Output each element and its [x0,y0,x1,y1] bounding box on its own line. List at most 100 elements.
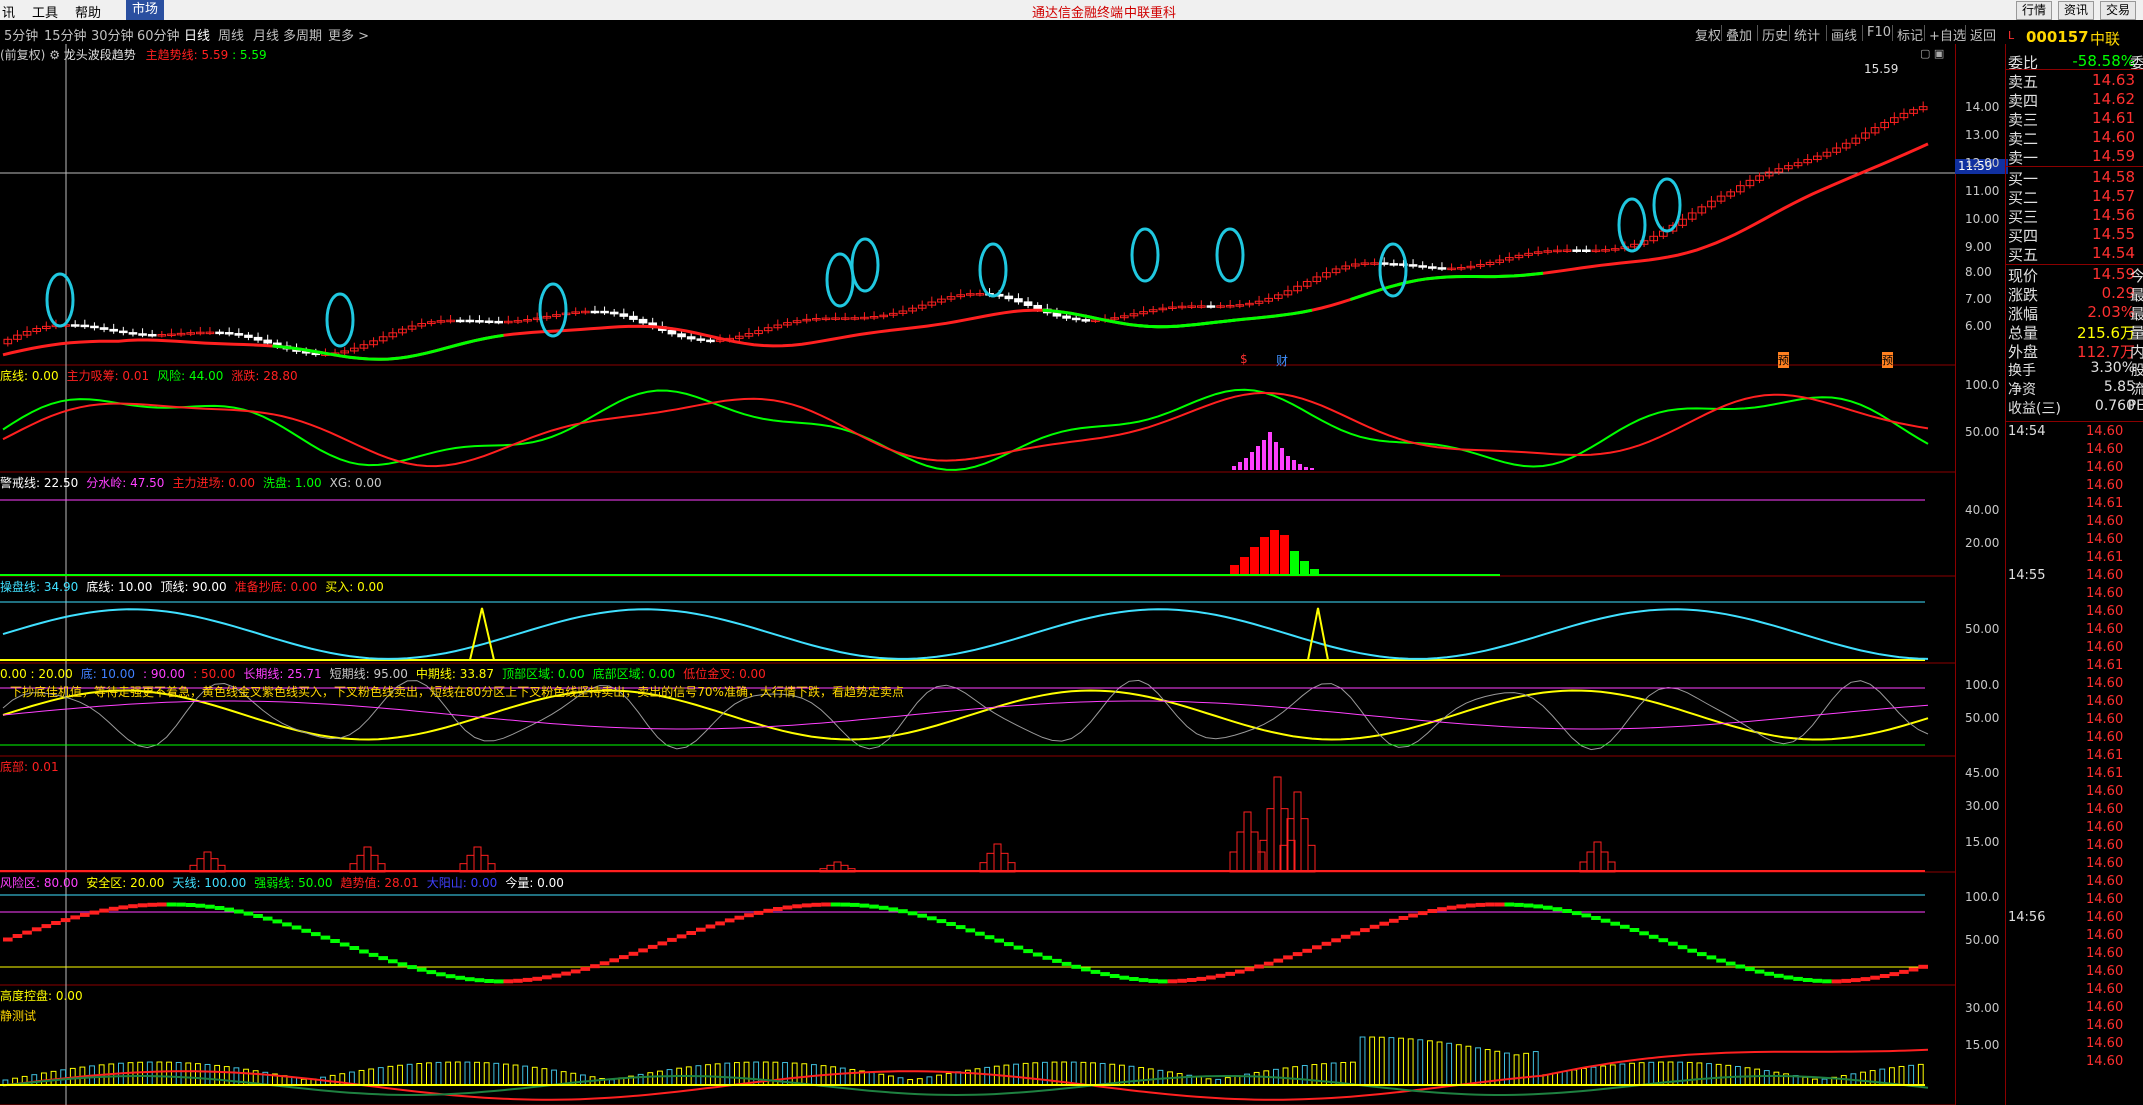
event-marker-dividend[interactable]: $ [1240,352,1248,366]
volume-bar [329,1074,336,1086]
stat-row[interactable]: 涨幅 2.03% 最 [2008,303,2143,323]
quote-extra: 最 [2129,286,2143,304]
buy-level-5[interactable]: 买五 14.54 [2008,244,2143,264]
strategy-note: 下抄底佳机值，等待走强更不着急，黄色线金叉紫色线买入，下叉粉色线卖出，短线在80… [10,685,904,699]
tick-price: 14.60 [2086,928,2124,943]
trend-block [1648,934,1659,939]
histogram-bar [1236,831,1245,873]
legend-item: 分水岭: 47.50 [86,476,165,490]
histogram-bar [466,854,475,873]
trend-block [1889,972,1900,977]
tick-price: 14.60 [2086,712,2124,727]
signal-bar [1230,565,1239,575]
sell-level-2[interactable]: 卖二 14.60 [2008,128,2143,148]
legend-item: 风险区: 80.00 [0,876,79,890]
stat-row[interactable]: 净资 5.85 流 [2008,379,2143,398]
stat-row[interactable]: 现价 14.59 今 [2008,265,2143,285]
volume-bar [1398,1037,1404,1086]
volume-bar [1561,1070,1568,1086]
trend-block [955,925,966,930]
trend-block [1427,909,1438,913]
buy-level-3[interactable]: 买三 14.56 [2008,206,2143,226]
trend-block [368,952,379,957]
trend-block [1677,945,1688,950]
trend-block [31,927,42,932]
trend-block [619,955,629,960]
trend-block [205,904,215,909]
trend-block [60,918,71,923]
quote-tab-button[interactable]: 行情 [2016,1,2053,20]
volume-bar [955,1071,962,1086]
trend-block [946,922,956,926]
news-tab-button[interactable]: 资讯 [2058,1,2095,20]
histogram-bar [1250,831,1259,873]
trend-block [1514,902,1524,907]
trend-block [734,915,745,920]
indicator-tick: 50.00 [1965,622,2000,636]
volume-bar [214,1064,221,1086]
trend-block [108,906,119,911]
trend-block [262,916,273,921]
trend-block [1340,934,1351,939]
trend-block [1350,931,1361,936]
volume-bar [185,1062,192,1086]
buy-level-4[interactable]: 买四 14.55 [2008,225,2143,245]
stat-row[interactable]: 总量 215.6万量 [2008,322,2143,342]
legend-item: 今量: 0.00 [505,876,564,890]
trend-block [580,966,591,971]
candle-body [1081,319,1091,322]
trend-block [1610,921,1620,926]
volume-bar [1802,1076,1809,1086]
candle-body [1062,315,1071,319]
event-marker-report[interactable]: 财 [1276,352,1288,369]
trend-block [1177,978,1187,983]
sell-level-3[interactable]: 卖三 14.61 [2008,109,2143,129]
histogram-bar [986,852,995,873]
panel-legend-3: 0.00 : 20.00 底: 10.00: 90.00: 50.00 长期线: 2… [0,665,774,682]
sell-level-5[interactable]: 卖五 14.63 [2008,71,2143,91]
price-tick: 10.00 [1965,212,2000,226]
trade-tab-button[interactable]: 交易 [2100,1,2137,20]
buy-level-2[interactable]: 买二 14.57 [2008,187,2143,207]
trend-block [1851,978,1861,983]
trend-block [792,904,802,909]
trend-block [1552,907,1563,912]
trend-block [1167,979,1178,984]
candle-body [1071,317,1081,321]
volume-bar [1725,1064,1732,1086]
histogram-bar [1300,818,1309,873]
volume-bar [743,1061,750,1086]
trend-line-down [272,333,504,361]
candle-body [119,330,128,334]
event-marker-forecast-1[interactable]: 预 [1778,352,1789,368]
legend-item: 主力吸筹: 0.01 [66,369,150,383]
trend-block [320,935,331,940]
trend-block [445,974,456,979]
trend-block [253,914,263,918]
stat-row[interactable]: 涨跌 0.29 最 [2008,284,2143,304]
trend-block [234,909,244,914]
toolbar-button-8[interactable]: 返回 [1970,25,1996,44]
sell-level-4[interactable]: 卖四 14.62 [2008,90,2143,110]
volume-bar [849,1068,856,1086]
event-marker-forecast-2[interactable]: 预 [1882,352,1893,368]
volume-bar [1571,1069,1578,1086]
stat-row[interactable]: 换手 3.30% 股 [2008,360,2143,379]
legend-item: 洗盘: 1.00 [263,476,322,490]
trend-block [878,905,889,910]
trend-block [1119,975,1130,980]
stat-row[interactable]: 收益(三) 0.760 PE [2008,398,2143,417]
legend-item: : 90.00 [142,667,186,681]
volume-bar [1706,1063,1712,1086]
buy-level-1[interactable]: 买一 14.58 [2008,168,2143,188]
tick-price: 14.60 [2086,460,2124,475]
quote-label: 外盘 [2008,343,2039,361]
indicator-line [2,388,1929,471]
trend-block [89,910,100,915]
volume-bar [50,1070,57,1086]
sell-level-1[interactable]: 卖一 14.59 [2008,147,2143,167]
stat-row[interactable]: 外盘 112.7万内 [2008,341,2143,361]
volume-bar [156,1061,163,1086]
legend-item: 趋势值: 28.01 [340,876,419,890]
volume-bar [1475,1047,1481,1086]
